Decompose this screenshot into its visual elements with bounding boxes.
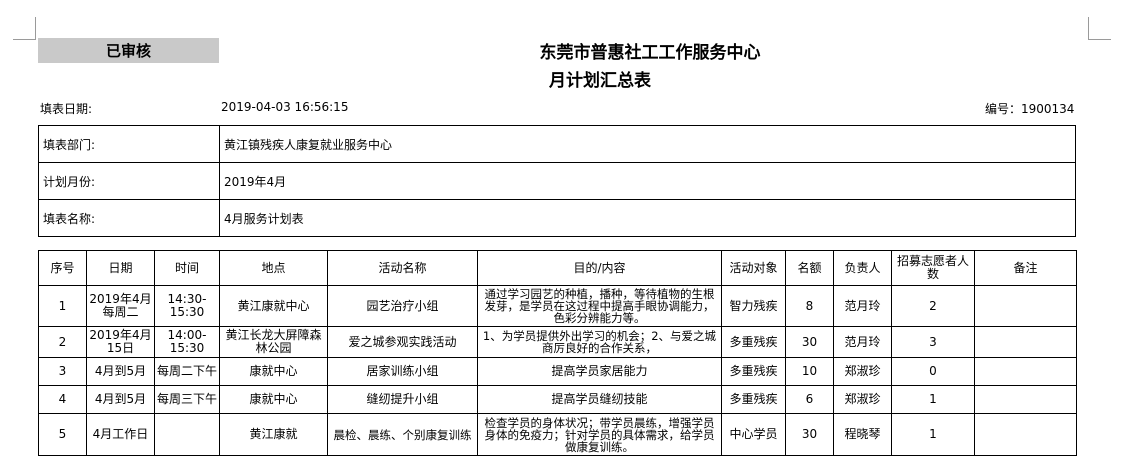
info-value: 4月服务计划表 xyxy=(219,199,1076,237)
cell-owner: 范月玲 xyxy=(833,326,892,358)
info-row-form-name: 填表名称: 4月服务计划表 xyxy=(38,199,1076,237)
cell-quota: 10 xyxy=(785,357,834,386)
cell-time: 每周二下午 xyxy=(154,357,220,386)
cell-date: 4月工作日 xyxy=(86,413,155,456)
info-row-month: 计划月份: 2019年4月 xyxy=(38,162,1076,200)
info-label: 填表名称: xyxy=(38,199,220,237)
fill-date-value: 2019-04-03 16:56:15 xyxy=(221,100,349,114)
cell-note xyxy=(974,326,1077,358)
column-header: 地点 xyxy=(219,250,328,286)
info-row-department: 填表部门: 黄江镇残疾人康复就业服务中心 xyxy=(38,125,1076,163)
organization-title: 东莞市普惠社工工作服务中心 xyxy=(539,43,761,63)
cell-date: 4月到5月 xyxy=(86,357,155,386)
cell-place: 黄江康就中心 xyxy=(219,285,328,327)
cell-target: 多重残疾 xyxy=(721,385,786,414)
info-label: 填表部门: xyxy=(38,125,220,163)
info-table: 填表部门: 黄江镇残疾人康复就业服务中心 计划月份: 2019年4月 填表名称:… xyxy=(38,125,1076,237)
cell-place: 康就中心 xyxy=(219,357,328,386)
cell-content: 检查学员的身体状况；带学员晨练，增强学员身体的免疫力；针对学员的具体需求，给学员… xyxy=(477,413,722,456)
table-row: 5 4月工作日 黄江康就 晨检、晨练、个别康复训练 检查学员的身体状况；带学员晨… xyxy=(38,413,1077,456)
cell-place: 黄江长龙大屏障森林公园 xyxy=(219,326,328,358)
column-header: 日期 xyxy=(86,250,155,286)
table-row: 1 2019年4月每周二 14:30-15:30 黄江康就中心 园艺治疗小组 通… xyxy=(38,285,1077,327)
cell-volunteers: 1 xyxy=(891,413,975,456)
cell-volunteers: 0 xyxy=(891,357,975,386)
page-corner-mark xyxy=(1088,17,1111,40)
cell-time: 14:30-15:30 xyxy=(154,285,220,327)
column-header: 备注 xyxy=(974,250,1077,286)
cell-note xyxy=(974,285,1077,327)
cell-no: 3 xyxy=(38,357,87,386)
cell-target: 多重残疾 xyxy=(721,357,786,386)
cell-no: 1 xyxy=(38,285,87,327)
cell-place: 康就中心 xyxy=(219,385,328,414)
cell-no: 4 xyxy=(38,385,87,414)
cell-content: 1、为学员提供外出学习的机会；2、与爱之城商厉良好的合作关系， xyxy=(477,326,722,358)
cell-time xyxy=(154,413,220,456)
table-row: 4 4月到5月 每周三下午 康就中心 缝纫提升小组 提高学员缝纫技能 多重残疾 … xyxy=(38,385,1077,414)
cell-no: 2 xyxy=(38,326,87,358)
approval-status-badge: 已审核 xyxy=(38,38,219,63)
plan-table: 序号 日期 时间 地点 活动名称 目的/内容 活动对象 名额 负责人 招募志愿者… xyxy=(38,250,1077,456)
cell-content: 提高学员缝纫技能 xyxy=(477,385,722,414)
cell-activity: 缝纫提升小组 xyxy=(327,385,478,414)
column-header: 序号 xyxy=(38,250,87,286)
column-header: 目的/内容 xyxy=(477,250,722,286)
cell-date: 2019年4月15日 xyxy=(86,326,155,358)
cell-quota: 30 xyxy=(785,326,834,358)
cell-target: 中心学员 xyxy=(721,413,786,456)
cell-quota: 30 xyxy=(785,413,834,456)
cell-date: 2019年4月每周二 xyxy=(86,285,155,327)
cell-activity: 爱之城参观实践活动 xyxy=(327,326,478,358)
column-header: 时间 xyxy=(154,250,220,286)
cell-note xyxy=(974,413,1077,456)
cell-time: 14:00-15:30 xyxy=(154,326,220,358)
cell-note xyxy=(974,357,1077,386)
cell-owner: 郑淑珍 xyxy=(833,357,892,386)
column-header: 活动对象 xyxy=(721,250,786,286)
cell-owner: 范月玲 xyxy=(833,285,892,327)
cell-quota: 6 xyxy=(785,385,834,414)
column-header: 招募志愿者人数 xyxy=(891,250,975,286)
cell-activity: 园艺治疗小组 xyxy=(327,285,478,327)
info-value: 黄江镇残疾人康复就业服务中心 xyxy=(219,125,1076,163)
cell-target: 智力残疾 xyxy=(721,285,786,327)
info-value: 2019年4月 xyxy=(219,162,1076,200)
cell-volunteers: 3 xyxy=(891,326,975,358)
table-row: 3 4月到5月 每周二下午 康就中心 居家训练小组 提高学员家居能力 多重残疾 … xyxy=(38,357,1077,386)
table-row: 2 2019年4月15日 14:00-15:30 黄江长龙大屏障森林公园 爱之城… xyxy=(38,326,1077,358)
cell-owner: 程晓琴 xyxy=(833,413,892,456)
info-label: 计划月份: xyxy=(38,162,220,200)
cell-owner: 郑淑珍 xyxy=(833,385,892,414)
column-header: 活动名称 xyxy=(327,250,478,286)
table-header-row: 序号 日期 时间 地点 活动名称 目的/内容 活动对象 名额 负责人 招募志愿者… xyxy=(38,250,1077,286)
page-title: 月计划汇总表 xyxy=(549,71,651,91)
column-header: 负责人 xyxy=(833,250,892,286)
cell-place: 黄江康就 xyxy=(219,413,328,456)
page-corner-mark xyxy=(13,17,36,40)
cell-quota: 8 xyxy=(785,285,834,327)
cell-time: 每周三下午 xyxy=(154,385,220,414)
fill-date-label: 填表日期: xyxy=(40,102,93,116)
cell-no: 5 xyxy=(38,413,87,456)
cell-volunteers: 2 xyxy=(891,285,975,327)
cell-note xyxy=(974,385,1077,414)
cell-activity: 晨检、晨练、个别康复训练 xyxy=(327,413,478,456)
cell-target: 多重残疾 xyxy=(721,326,786,358)
document-number: 编号：1900134 xyxy=(985,102,1075,116)
cell-volunteers: 1 xyxy=(891,385,975,414)
cell-date: 4月到5月 xyxy=(86,385,155,414)
cell-content: 通过学习园艺的种植，播种，等待植物的生根发芽，是学员在这过程中提高手眼协调能力，… xyxy=(477,285,722,327)
column-header: 名额 xyxy=(785,250,834,286)
cell-content: 提高学员家居能力 xyxy=(477,357,722,386)
cell-activity: 居家训练小组 xyxy=(327,357,478,386)
